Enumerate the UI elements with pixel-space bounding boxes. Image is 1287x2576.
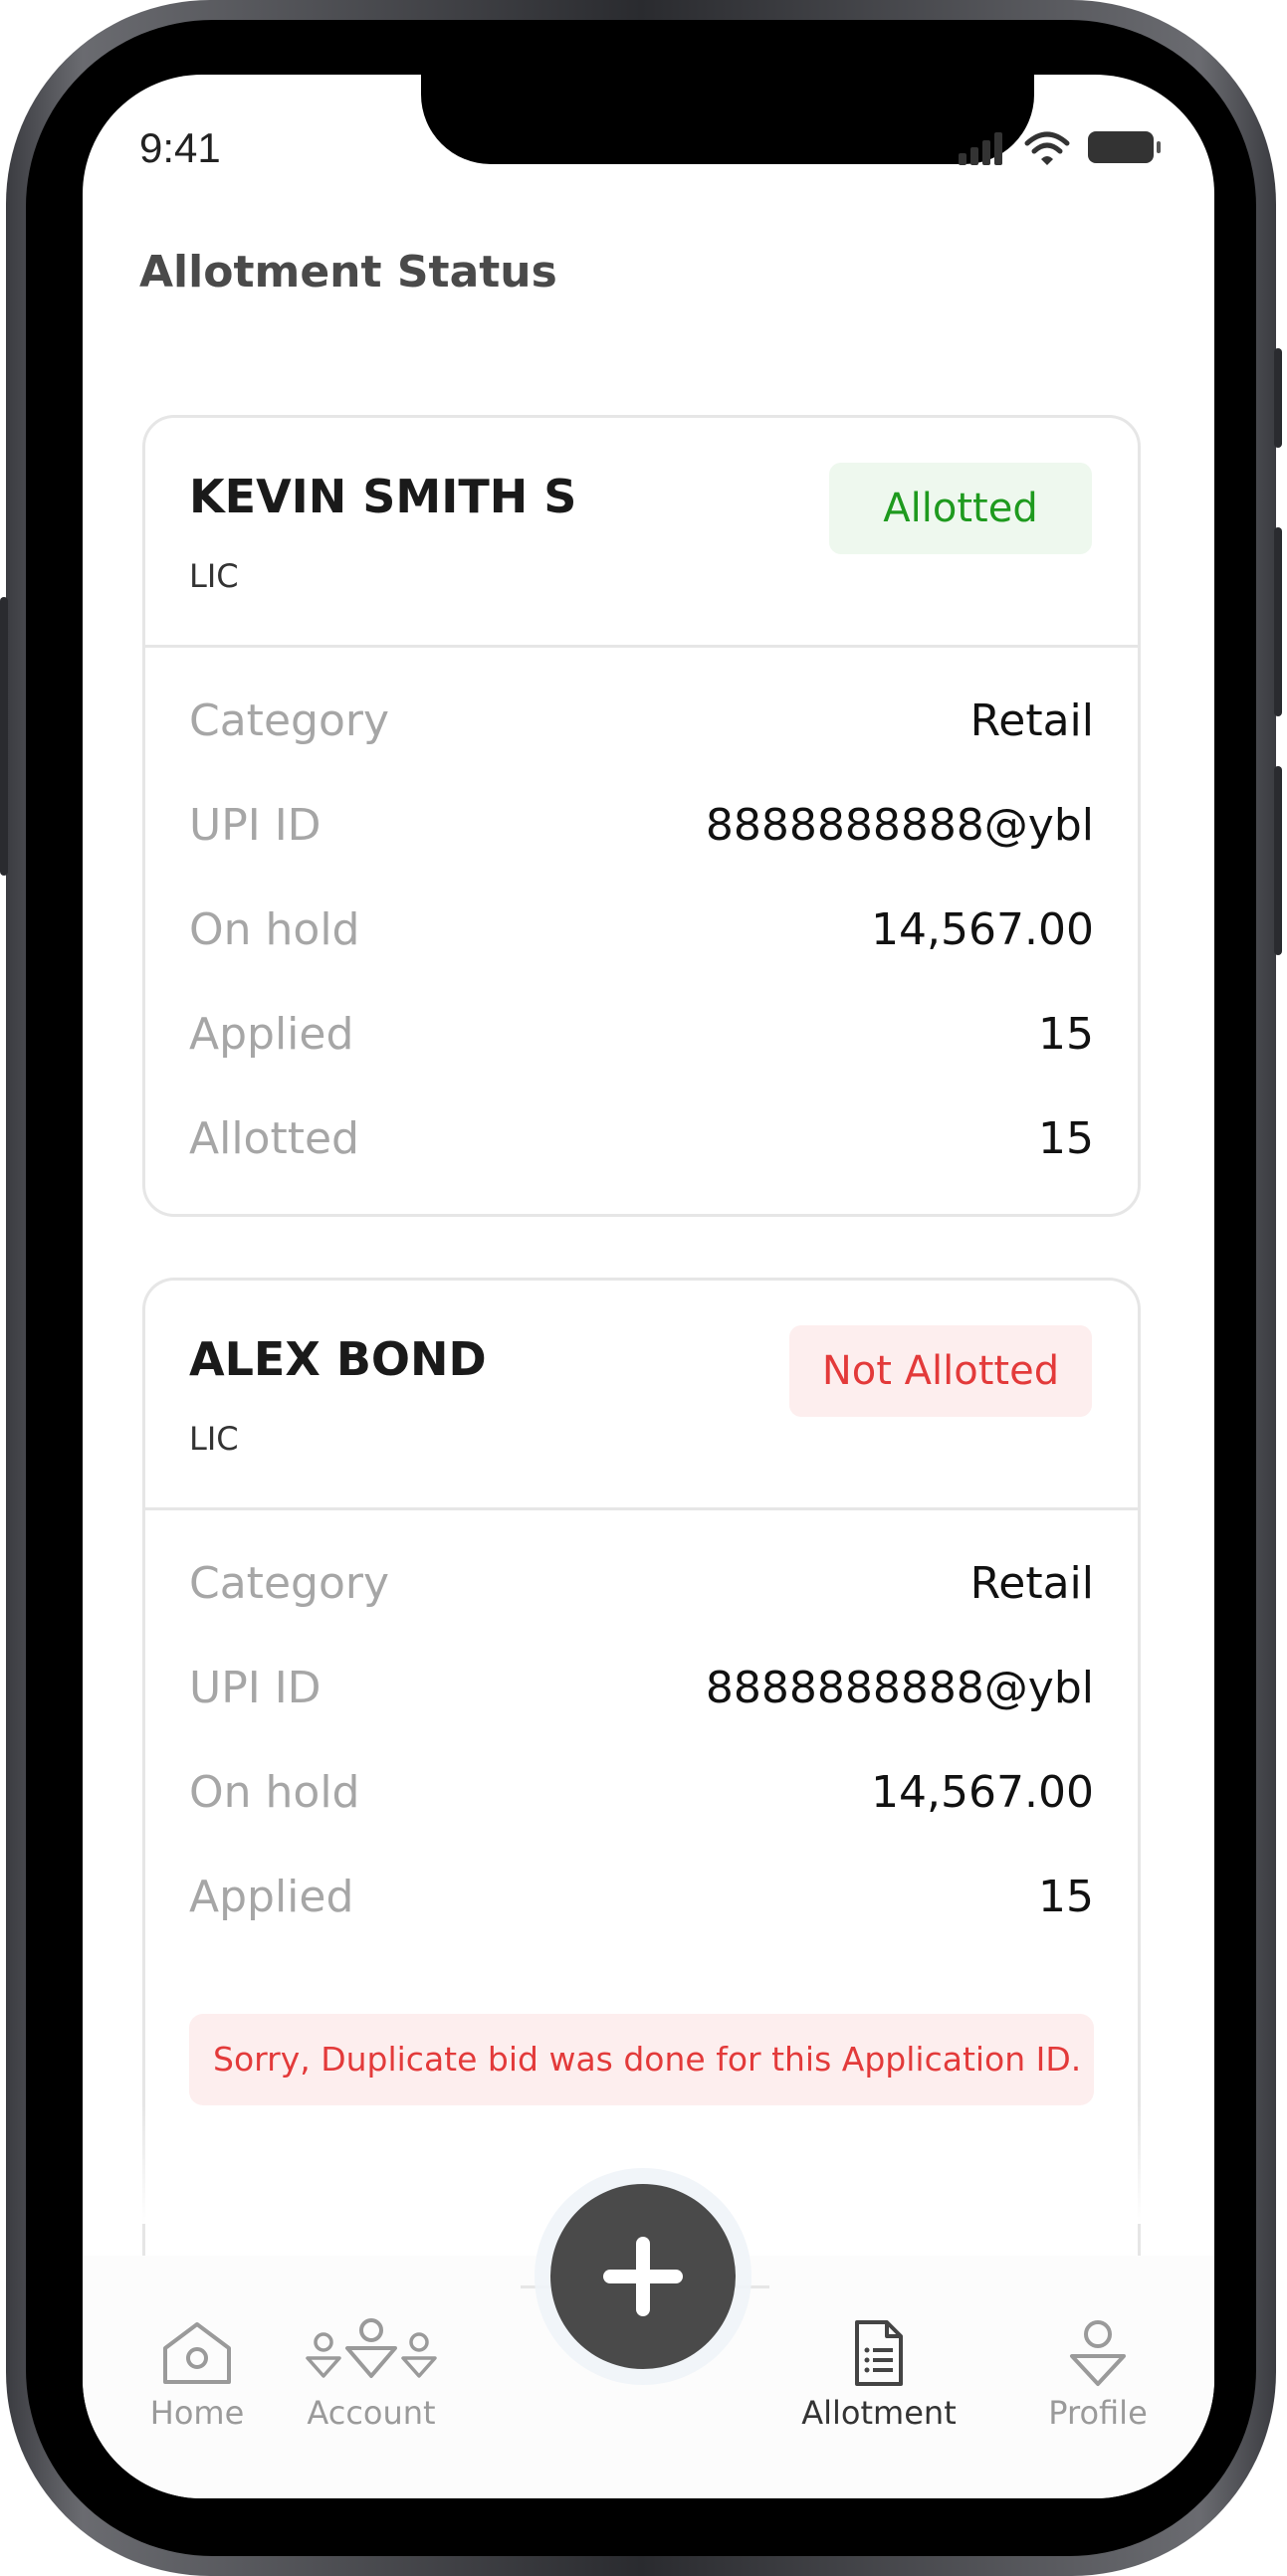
nav-label: Home bbox=[149, 2394, 245, 2432]
nav-home[interactable]: Home bbox=[107, 2318, 287, 2432]
status-badge: Not Allotted bbox=[789, 1325, 1092, 1417]
detail-value: Retail bbox=[969, 695, 1094, 746]
nav-label: Account bbox=[307, 2394, 436, 2432]
volume-up-button bbox=[1274, 527, 1282, 716]
company-name: LIC bbox=[189, 557, 239, 595]
detail-label: UPI ID bbox=[189, 1663, 322, 1713]
detail-row-applied: Applied 15 bbox=[145, 1854, 1138, 1958]
detail-row-upi-id: UPI ID 8888888888@ybl bbox=[145, 1645, 1138, 1749]
detail-value: 15 bbox=[1038, 1009, 1094, 1060]
detail-value: 8888888888@ybl bbox=[705, 800, 1094, 851]
document-list-icon bbox=[855, 2320, 903, 2386]
card-details: Category Retail UPI ID 8888888888@ybl On… bbox=[145, 1510, 1138, 1958]
plus-icon-stroke bbox=[636, 2237, 650, 2316]
card-header: ALEX BOND LIC Not Allotted bbox=[145, 1281, 1138, 1510]
detail-value: 14,567.00 bbox=[871, 904, 1094, 955]
power-button bbox=[1274, 348, 1282, 448]
detail-label: Allotted bbox=[189, 1113, 359, 1164]
error-message: Sorry, Duplicate bid was done for this A… bbox=[189, 2014, 1094, 2105]
company-name: LIC bbox=[189, 1420, 239, 1458]
status-badge: Allotted bbox=[829, 463, 1092, 554]
detail-label: Category bbox=[189, 695, 389, 746]
detail-value: Retail bbox=[969, 1558, 1094, 1609]
screen: 9:41 Allotment Status KEVIN SMITH S LIC … bbox=[83, 75, 1214, 2498]
detail-row-category: Category Retail bbox=[145, 678, 1138, 782]
detail-value: 15 bbox=[1038, 1113, 1094, 1164]
cellular-signal-icon bbox=[959, 132, 1002, 165]
detail-row-allotted: Allotted 15 bbox=[145, 1095, 1138, 1200]
detail-row-on-hold: On hold 14,567.00 bbox=[145, 887, 1138, 991]
mute-switch bbox=[0, 597, 8, 876]
add-button[interactable] bbox=[550, 2184, 736, 2369]
detail-row-category: Category Retail bbox=[145, 1540, 1138, 1645]
nav-profile[interactable]: Profile bbox=[1008, 2318, 1187, 2432]
detail-value: 14,567.00 bbox=[871, 1767, 1094, 1818]
detail-label: On hold bbox=[189, 904, 360, 955]
detail-label: Category bbox=[189, 1558, 389, 1609]
detail-label: Applied bbox=[189, 1009, 354, 1060]
notch bbox=[421, 75, 1034, 164]
detail-row-upi-id: UPI ID 8888888888@ybl bbox=[145, 782, 1138, 887]
status-icons bbox=[959, 127, 1168, 167]
detail-label: On hold bbox=[189, 1767, 360, 1818]
card-header: KEVIN SMITH S LIC Allotted bbox=[145, 418, 1138, 648]
applicant-name: ALEX BOND bbox=[189, 1332, 487, 1386]
detail-label: Applied bbox=[189, 1872, 354, 1922]
detail-value: 8888888888@ybl bbox=[705, 1663, 1094, 1713]
nav-label: Allotment bbox=[801, 2394, 957, 2432]
battery-icon bbox=[1088, 131, 1161, 163]
nav-account[interactable]: Account bbox=[262, 2318, 481, 2432]
page-title: Allotment Status bbox=[139, 247, 557, 297]
home-icon bbox=[163, 2322, 231, 2384]
card-details: Category Retail UPI ID 8888888888@ybl On… bbox=[145, 648, 1138, 1200]
detail-row-applied: Applied 15 bbox=[145, 991, 1138, 1095]
volume-down-button bbox=[1274, 766, 1282, 955]
detail-label: UPI ID bbox=[189, 800, 322, 851]
allotment-card[interactable]: KEVIN SMITH S LIC Allotted Category Reta… bbox=[142, 415, 1141, 1217]
profile-icon bbox=[1070, 2320, 1126, 2386]
detail-row-on-hold: On hold 14,567.00 bbox=[145, 1749, 1138, 1854]
status-time: 9:41 bbox=[139, 124, 221, 171]
account-group-icon bbox=[306, 2318, 437, 2378]
nav-allotment[interactable]: Allotment bbox=[769, 2318, 988, 2432]
detail-value: 15 bbox=[1038, 1872, 1094, 1922]
nav-label: Profile bbox=[1048, 2394, 1148, 2432]
wifi-icon bbox=[1024, 131, 1070, 165]
applicant-name: KEVIN SMITH S bbox=[189, 470, 577, 523]
